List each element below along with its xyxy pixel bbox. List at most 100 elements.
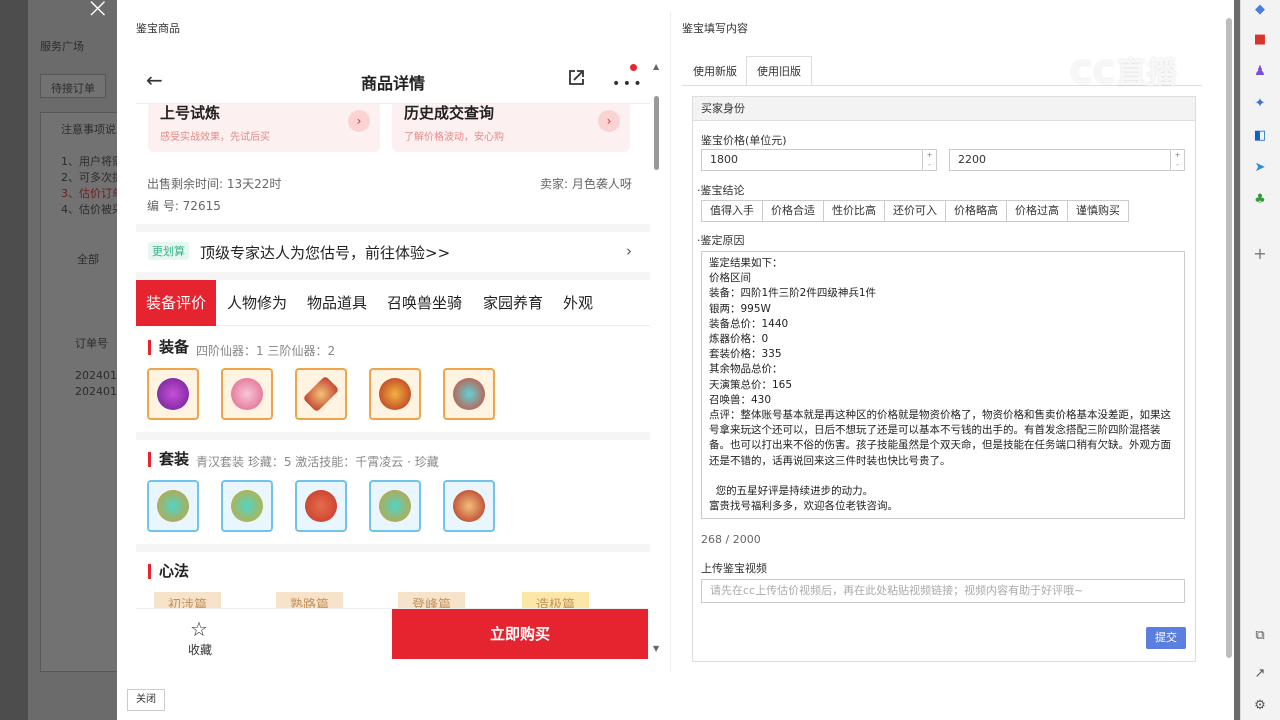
close-button[interactable]: 关闭: [127, 689, 165, 711]
left-panel-title: 鉴宝商品: [136, 22, 180, 35]
buyer-section: 买家身份 鉴宝价格(单位元) 1800 + - 2200 + - ·鉴宝结论 值得入…: [692, 96, 1196, 662]
price-min-value: 1800: [710, 153, 738, 166]
suit-item[interactable]: [295, 480, 347, 532]
chevron-right-icon[interactable]: ›: [626, 242, 632, 260]
price-max-input[interactable]: 2200 + -: [949, 149, 1185, 171]
briefcase-icon[interactable]: ■: [1251, 30, 1269, 48]
detail-tabs: 装备评价 人物修为 物品道具 召唤兽坐骑 家园养育 外观: [136, 280, 650, 326]
product-footer: ☆ 收藏 立即购买: [136, 608, 650, 662]
equipment-item[interactable]: [147, 368, 199, 420]
tab-old-version[interactable]: 使用旧版: [746, 56, 812, 86]
conclusion-options: 值得入手 价格合适 性价比高 还价可入 价格略高 价格过高 谨慎购买: [701, 200, 1129, 222]
reason-textarea[interactable]: 鉴定结果如下： 价格区间 装备：四阶1件三阶2件四级神兵1件 银两：995W 装…: [701, 251, 1185, 519]
divider: [136, 432, 650, 440]
submit-button[interactable]: 提交: [1146, 627, 1186, 649]
price-label: 鉴宝价格(单位元): [701, 134, 787, 147]
bg-filter-all: 全部: [77, 253, 99, 266]
number-spinner[interactable]: + -: [922, 150, 936, 170]
tag-icon[interactable]: ◆: [1251, 0, 1269, 18]
char-counter: 268 / 2000: [701, 533, 761, 546]
xinfa-title: 心法: [148, 564, 189, 579]
bg-notice-line: 1、用户将需: [61, 155, 123, 168]
number-spinner[interactable]: + -: [1170, 150, 1184, 170]
price-max-value: 2200: [958, 153, 986, 166]
product-detail-header: ← 商品详情 • • •: [136, 56, 650, 104]
settings-gear-icon[interactable]: ⚙: [1251, 696, 1269, 714]
copilot-icon[interactable]: ✦: [1251, 94, 1269, 112]
conclusion-option[interactable]: 谨慎购买: [1067, 200, 1129, 222]
tab-appearance[interactable]: 外观: [563, 280, 593, 326]
tab-summons[interactable]: 召唤兽坐骑: [387, 280, 462, 326]
conclusion-option[interactable]: 还价可入: [884, 200, 946, 222]
right-panel-title: 鉴宝填写内容: [682, 22, 748, 35]
scroll-thumb[interactable]: [654, 96, 659, 170]
preview-scrollbar[interactable]: ▲ ▼: [650, 56, 664, 662]
watermark: CC直播: [1070, 56, 1179, 91]
bg-tab-pending-orders: 待接订单: [40, 74, 106, 98]
equipment-item[interactable]: [295, 368, 347, 420]
conclusion-option[interactable]: 值得入手: [701, 200, 763, 222]
chevron-right-icon: ›: [598, 110, 620, 132]
right-sidebar: ◆ ■ ♟ ✦ ◧ ➤ ♣ + ⧉ ↗ ⚙: [1240, 0, 1280, 720]
tab-home[interactable]: 家园养育: [483, 280, 543, 326]
divider: [136, 272, 650, 280]
suit-item[interactable]: [221, 480, 273, 532]
outlook-icon[interactable]: ◧: [1251, 126, 1269, 144]
screen-share-icon[interactable]: ⧉: [1251, 626, 1269, 644]
price-min-input[interactable]: 1800 + -: [701, 149, 937, 171]
share-icon[interactable]: [566, 68, 586, 88]
tab-items[interactable]: 物品道具: [307, 280, 367, 326]
equipment-summary: 四阶仙器：1 三阶仙器：2: [196, 344, 336, 358]
conclusion-label: ·鉴宝结论: [697, 184, 745, 197]
reason-label: ·鉴定原因: [697, 234, 745, 247]
expert-appraisal-link[interactable]: 顶级专家达人为您估号，前往体验>>: [200, 242, 450, 263]
bg-notice-title: 注意事项说: [61, 123, 116, 136]
tree-icon[interactable]: ♣: [1251, 190, 1269, 208]
history-card-title: 历史成交查询: [404, 104, 495, 122]
equipment-item[interactable]: [369, 368, 421, 420]
suit-item[interactable]: [443, 480, 495, 532]
modal-scrollbar[interactable]: [1226, 10, 1232, 670]
suit-title: 套装: [148, 452, 189, 467]
scroll-thumb[interactable]: [1226, 18, 1232, 658]
conclusion-option[interactable]: 价格略高: [945, 200, 1007, 222]
trial-card[interactable]: 上号试炼 感受实战效果，先试后买 ›: [148, 100, 380, 152]
add-icon[interactable]: +: [1251, 244, 1269, 263]
more-icon[interactable]: • • •: [612, 76, 642, 92]
suit-item[interactable]: [147, 480, 199, 532]
tab-new-version[interactable]: 使用新版: [682, 56, 748, 86]
suit-item[interactable]: [369, 480, 421, 532]
history-card[interactable]: 历史成交查询 了解价格波动，安心购 ›: [392, 100, 630, 152]
external-link-icon[interactable]: ↗: [1251, 664, 1269, 682]
buy-now-button[interactable]: 立即购买: [392, 609, 648, 659]
conclusion-option[interactable]: 价格合适: [762, 200, 824, 222]
video-label: 上传鉴宝视频: [701, 562, 767, 575]
divider: [136, 544, 650, 552]
equipment-item[interactable]: [443, 368, 495, 420]
chevron-right-icon: ›: [348, 110, 370, 132]
video-link-input[interactable]: 请先在cc上传估价视频后，再在此处粘贴视频链接；视频内容有助于好评哦~: [701, 579, 1185, 603]
bg-table-header: 订单号: [75, 337, 108, 350]
scroll-down-icon[interactable]: ▼: [653, 644, 659, 653]
conclusion-option[interactable]: 性价比高: [823, 200, 885, 222]
background-nav: [0, 0, 28, 720]
overlay-close-icon[interactable]: ×: [86, 0, 109, 22]
scroll-up-icon[interactable]: ▲: [653, 62, 659, 71]
conclusion-option[interactable]: 价格过高: [1006, 200, 1068, 222]
equipment-title: 装备: [148, 340, 189, 355]
divider: [136, 224, 650, 232]
trial-card-title: 上号试炼: [160, 104, 221, 122]
product-detail-preview: ← 商品详情 • • • 上号试炼 感受实战效果，先试后买 › 历史成交查询 了…: [136, 56, 664, 662]
section-header: 买家身份: [693, 97, 1195, 121]
people-icon[interactable]: ♟: [1251, 62, 1269, 80]
serial-number: 编 号: 72615: [147, 199, 221, 213]
favorite-label[interactable]: 收藏: [188, 641, 212, 658]
star-icon[interactable]: ☆: [190, 617, 208, 641]
appraisal-modal: 鉴宝商品 鉴宝填写内容 ← 商品详情 • • • 上号试炼 感受实战效果，先试后…: [117, 0, 1234, 720]
seller-name: 卖家: 月色袭人呀: [540, 177, 632, 191]
tab-equipment[interactable]: 装备评价: [136, 280, 217, 326]
tab-character[interactable]: 人物修为: [227, 280, 287, 326]
bg-notice-line: 4、估价被采: [61, 203, 123, 216]
equipment-item[interactable]: [221, 368, 273, 420]
send-icon[interactable]: ➤: [1251, 158, 1269, 176]
